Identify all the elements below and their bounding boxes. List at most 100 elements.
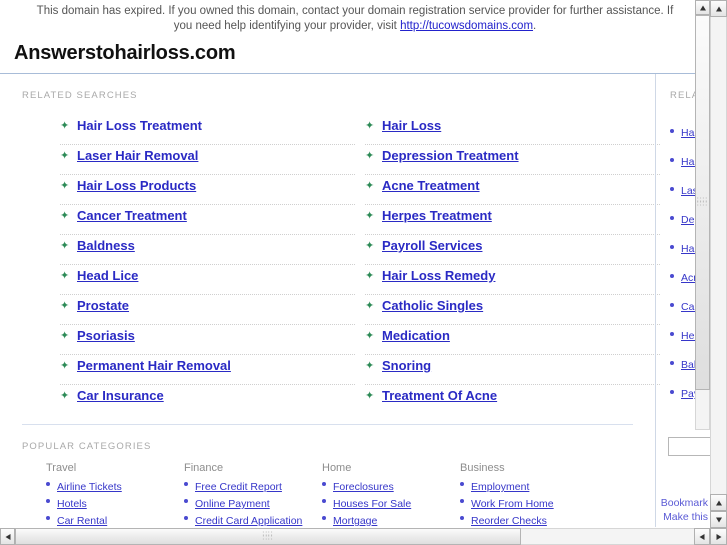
related-search-link[interactable]: Prostate [77,298,129,313]
category-item[interactable]: Employment [460,478,598,495]
related-search-link[interactable]: Herpes Treatment [382,208,492,223]
category-item[interactable]: Airline Tickets [46,478,184,495]
category-heading: Finance [184,462,224,474]
category-item[interactable]: Reorder Checks [460,512,598,527]
category-link[interactable]: Reorder Checks [471,515,547,527]
related-search-link[interactable]: Head Lice [77,268,138,283]
category-item[interactable]: Houses For Sale [322,495,460,512]
vscroll-track[interactable] [710,0,727,528]
category-item[interactable]: Credit Card Application [184,512,322,527]
related-search-link[interactable]: Baldness [77,238,135,253]
related-search-item[interactable]: ✦ Snoring [365,355,660,385]
dot-bullet-icon [670,216,674,220]
related-search-item[interactable]: ✦ Cancer Treatment [60,205,355,235]
related-search-link[interactable]: Cancer Treatment [77,208,187,223]
tucows-domains-link[interactable]: http://tucowsdomains.com [400,20,533,32]
popular-categories-grid: Travel Airline Tickets Hotels Car Rental Fin… [0,452,655,527]
category-link[interactable]: Free Credit Report [195,481,282,493]
related-search-link[interactable]: Payroll Services [382,238,482,253]
hscroll-right-button[interactable] [694,528,710,545]
star-bullet-icon: ✦ [365,210,375,222]
related-search-link[interactable]: Snoring [382,358,431,373]
star-bullet-icon: ✦ [60,240,70,252]
category-link[interactable]: Employment [471,481,529,493]
related-search-link[interactable]: Psoriasis [77,328,135,343]
related-search-link[interactable]: Hair Loss Remedy [382,268,495,283]
related-search-item[interactable]: ✦ Treatment Of Acne [365,385,660,414]
inner-vertical-scrollbar[interactable]: ∷∷ ∷∷ [695,0,710,430]
category-link[interactable]: Airline Tickets [57,481,122,493]
related-search-link[interactable]: Acne Treatment [382,178,480,193]
related-search-link[interactable]: Laser Hair Removal [77,148,198,163]
related-search-link[interactable]: Treatment Of Acne [382,388,497,403]
hscroll-left-button[interactable] [0,528,15,545]
sidebar-footer-links: Bookmark Make this [656,496,710,524]
category-link[interactable]: Mortgage [333,515,377,527]
category-item[interactable]: Mortgage [322,512,460,527]
related-search-item[interactable]: ✦ Hair Loss Treatment [60,115,355,145]
related-search-item[interactable]: ✦ Head Lice [60,265,355,295]
category-item[interactable]: Free Credit Report [184,478,322,495]
related-search-item[interactable]: ✦ Psoriasis [60,325,355,355]
related-search-item[interactable]: ✦ Hair Loss [365,115,660,145]
related-search-link[interactable]: Hair Loss Products [77,178,196,193]
related-search-link[interactable]: Car Insurance [77,388,164,403]
browser-vertical-scrollbar[interactable] [710,0,727,528]
related-search-item[interactable]: ✦ Medication [365,325,660,355]
related-search-item[interactable]: ✦ Payroll Services [365,235,660,265]
related-search-link[interactable]: Catholic Singles [382,298,483,313]
related-search-item[interactable]: ✦ Baldness [60,235,355,265]
related-search-link[interactable]: Medication [382,328,450,343]
related-search-item[interactable]: ✦ Laser Hair Removal [60,145,355,175]
inner-vscroll-thumb[interactable]: ∷∷ ∷∷ [695,15,710,390]
body-wrapper: RELATED SEARCHES ✦ Hair Loss Treatment ✦ La… [0,74,710,527]
hscroll-right-button-outer[interactable] [710,528,727,545]
related-search-item[interactable]: ✦ Permanent Hair Removal [60,355,355,385]
category-link[interactable]: Online Payment [195,498,270,510]
sidebar-footer-link[interactable]: Bookmark [660,496,710,510]
star-bullet-icon: ✦ [60,300,70,312]
dot-bullet-icon [322,499,326,503]
category-item[interactable]: Online Payment [184,495,322,512]
related-search-item[interactable]: ✦ Acne Treatment [365,175,660,205]
dot-bullet-icon [460,499,464,503]
category-item[interactable]: Work From Home [460,495,598,512]
inner-scroll-up-button[interactable] [695,0,710,15]
related-search-item[interactable]: ✦ Car Insurance [60,385,355,414]
category-item[interactable]: Car Rental [46,512,184,527]
vscroll-down-button-upper[interactable] [710,494,727,511]
dot-bullet-icon [460,516,464,520]
star-bullet-icon: ✦ [60,210,70,222]
dot-bullet-icon [670,390,674,394]
related-search-item[interactable]: ✦ Catholic Singles [365,295,660,325]
category-column: Business Employment Work From Home Reorder … [460,462,598,527]
related-search-link[interactable]: Hair Loss Treatment [77,118,202,133]
dot-bullet-icon [670,274,674,278]
sidebar-footer-link[interactable]: Make this [660,510,710,524]
dot-bullet-icon [670,158,674,162]
related-search-item[interactable]: ✦ Hair Loss Products [60,175,355,205]
related-searches-column-left: ✦ Hair Loss Treatment ✦ Laser Hair Removal ✦… [60,115,355,414]
category-link[interactable]: Hotels [57,498,87,510]
vscroll-down-button[interactable] [710,511,727,528]
related-search-item[interactable]: ✦ Depression Treatment [365,145,660,175]
dot-bullet-icon [670,361,674,365]
related-search-item[interactable]: ✦ Hair Loss Remedy [365,265,660,295]
related-search-link[interactable]: Hair Loss [382,118,441,133]
category-link[interactable]: Car Rental [57,515,107,527]
category-item[interactable]: Hotels [46,495,184,512]
browser-horizontal-scrollbar[interactable]: ∷∷ ∷∷ [0,528,727,545]
related-search-link[interactable]: Depression Treatment [382,148,519,163]
category-link[interactable]: Foreclosures [333,481,394,493]
related-search-item[interactable]: ✦ Herpes Treatment [365,205,660,235]
category-link[interactable]: Houses For Sale [333,498,411,510]
vscroll-up-button[interactable] [710,0,727,17]
hscroll-thumb[interactable]: ∷∷ ∷∷ [15,528,521,545]
scroll-thumb-grip-icon: ∷∷ ∷∷ [262,530,274,542]
category-link[interactable]: Work From Home [471,498,554,510]
related-search-link[interactable]: Permanent Hair Removal [77,358,231,373]
sidebar-search-input[interactable] [668,437,710,456]
category-item[interactable]: Foreclosures [322,478,460,495]
related-search-item[interactable]: ✦ Prostate [60,295,355,325]
category-link[interactable]: Credit Card Application [195,515,302,527]
